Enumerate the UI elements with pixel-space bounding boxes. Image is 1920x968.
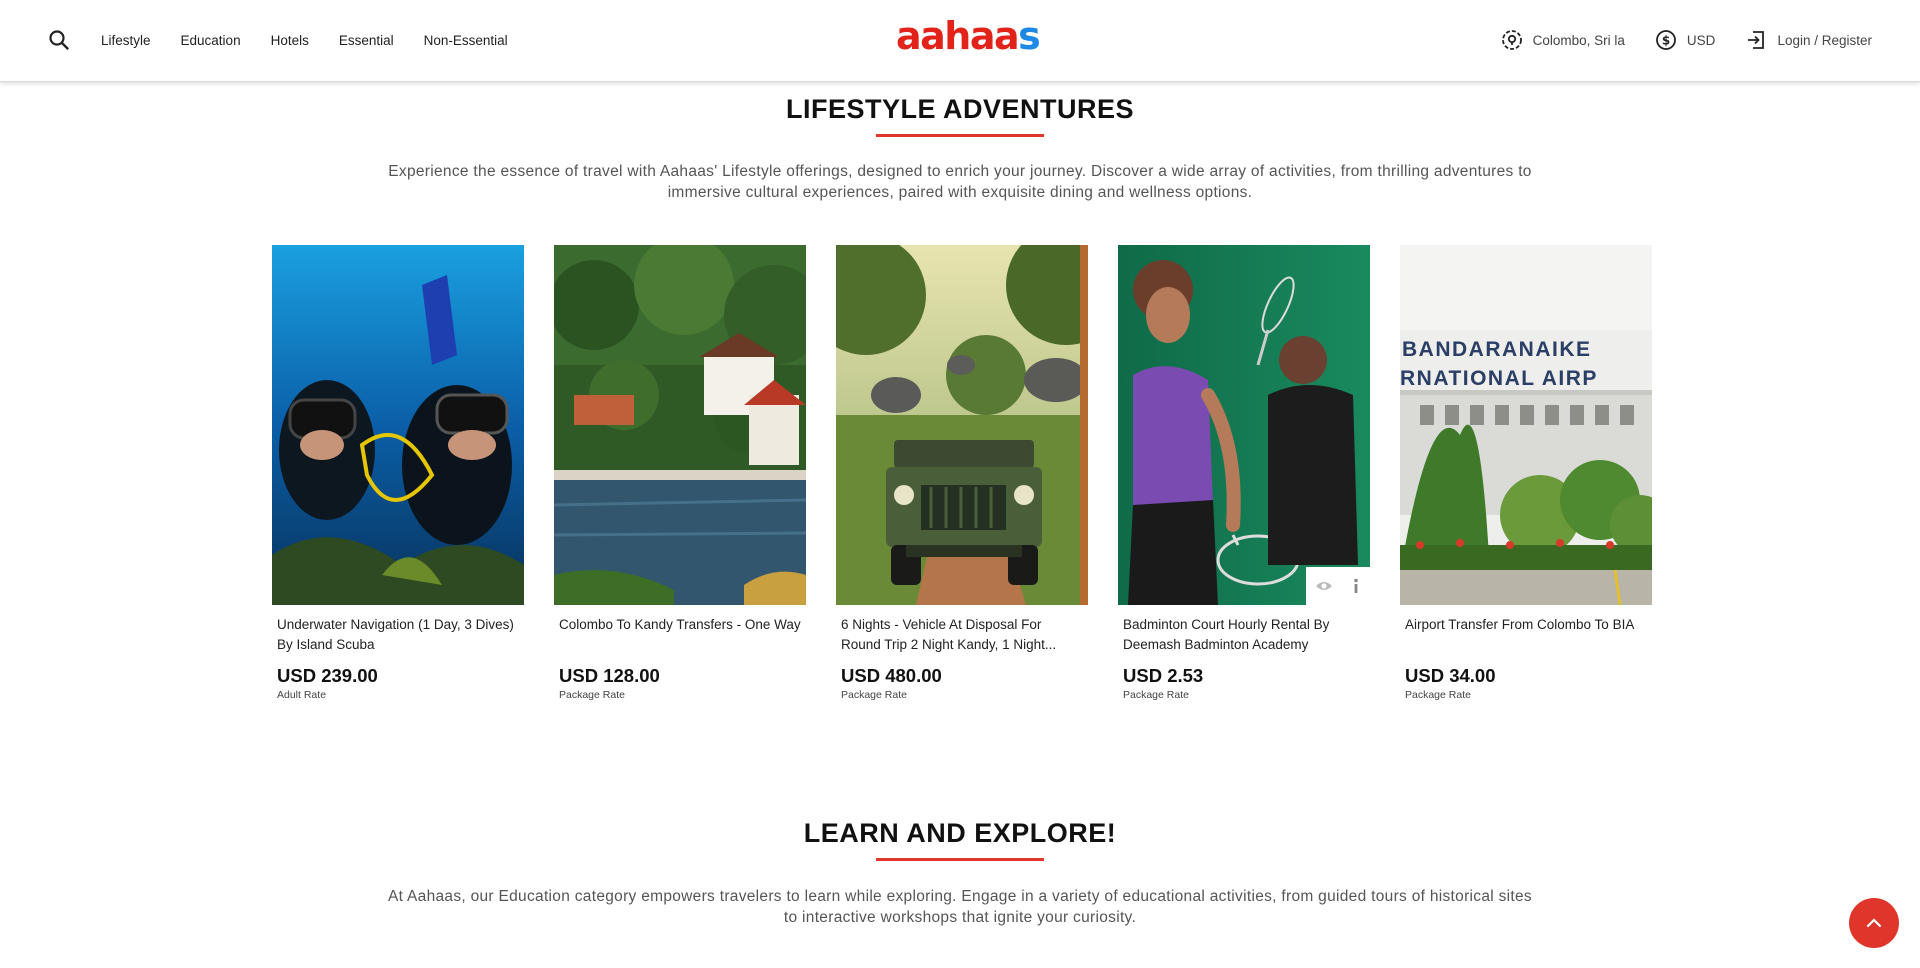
lifestyle-section-title: LIFESTYLE ADVENTURES [785,94,1135,124]
product-rate-type: Package Rate [1405,689,1471,701]
nav-lifestyle[interactable]: Lifestyle [101,33,151,48]
airport-sign-line2: RNATIONAL AIRP [1400,367,1598,390]
product-rate-type: Package Rate [559,689,625,701]
lifestyle-title-underline [876,134,1044,137]
product-rate-type: Adult Rate [277,689,327,701]
lifestyle-product-list: Underwater Navigation (1 Day, 3 Dives) B… [272,245,1682,701]
nav-essential[interactable]: Essential [339,33,394,48]
product-title[interactable]: Airport Transfer From Colombo To BIA [1400,605,1652,655]
education-section-title: LEARN AND EXPLORE! [803,818,1117,848]
login-label: Login / Register [1777,32,1872,48]
product-title[interactable]: Underwater Navigation (1 Day, 3 Dives) B… [272,605,524,655]
nav-non-essential[interactable]: Non-Essential [424,33,508,48]
product-price: USD 480.00 [841,665,942,686]
chevron-up-icon [1866,918,1882,928]
currency-icon: $ [1656,30,1676,50]
product-title[interactable]: 6 Nights - Vehicle At Disposal For Round… [836,605,1088,655]
currency-label: USD [1686,32,1716,48]
location-selector[interactable]: Colombo, Sri la [1501,29,1625,51]
product-price: USD 128.00 [559,665,660,686]
nav-hotels[interactable]: Hotels [271,33,309,48]
product-image-kandy [554,245,806,605]
location-label: Colombo, Sri la [1532,32,1625,48]
logo-text-blue: s [1018,14,1041,58]
product-card[interactable]: Colombo To Kandy Transfers - One Way USD… [554,245,806,701]
product-image-badminton [1118,245,1370,605]
airport-sign-line1: BANDARANAIKE [1402,338,1592,361]
product-price: USD 2.53 [1123,665,1204,686]
product-rate-type: Package Rate [1123,689,1189,701]
info-icon[interactable] [1351,578,1361,594]
login-register-link[interactable]: Login / Register [1745,29,1872,51]
logo-text-red: aahaa [896,14,1020,58]
login-icon [1748,31,1765,49]
main-nav: Lifestyle Education Hotels Essential Non… [101,0,538,80]
nav-education[interactable]: Education [181,33,241,48]
search-icon[interactable] [47,28,71,52]
site-logo[interactable]: aahaas [896,14,1041,58]
svg-text:$: $ [1662,34,1670,48]
header-utilities: Colombo, Sri la $ USD Login / Register [1471,0,1872,80]
education-section-description: At Aahaas, our Education category empowe… [388,888,1532,926]
lifestyle-section-description: Experience the essence of travel with Aa… [388,163,1532,201]
product-card[interactable]: Underwater Navigation (1 Day, 3 Dives) B… [272,245,524,701]
scroll-to-top-button[interactable] [1849,898,1899,948]
product-card[interactable]: Badminton Court Hourly Rental By Deemash… [1118,245,1370,701]
product-image-scuba [272,245,524,605]
product-price: USD 34.00 [1405,665,1496,686]
product-rate-type: Package Rate [841,689,907,701]
product-card[interactable]: 6 Nights - Vehicle At Disposal For Round… [836,245,1088,701]
product-image-safari-jeep [836,245,1088,605]
location-pin-icon [1501,30,1522,50]
education-title-underline [876,858,1044,861]
product-card[interactable]: BANDARANAIKE RNATIONAL AIRP Airport Tran… [1400,245,1652,701]
product-image-airport: BANDARANAIKE RNATIONAL AIRP [1400,245,1652,605]
currency-selector[interactable]: $ USD [1655,29,1716,51]
product-title[interactable]: Badminton Court Hourly Rental By Deemash… [1118,605,1370,655]
eye-icon[interactable] [1315,579,1333,593]
product-title[interactable]: Colombo To Kandy Transfers - One Way [554,605,806,655]
site-header: Lifestyle Education Hotels Essential Non… [0,0,1920,82]
card-hover-actions [1306,567,1370,605]
product-price: USD 239.00 [277,665,378,686]
